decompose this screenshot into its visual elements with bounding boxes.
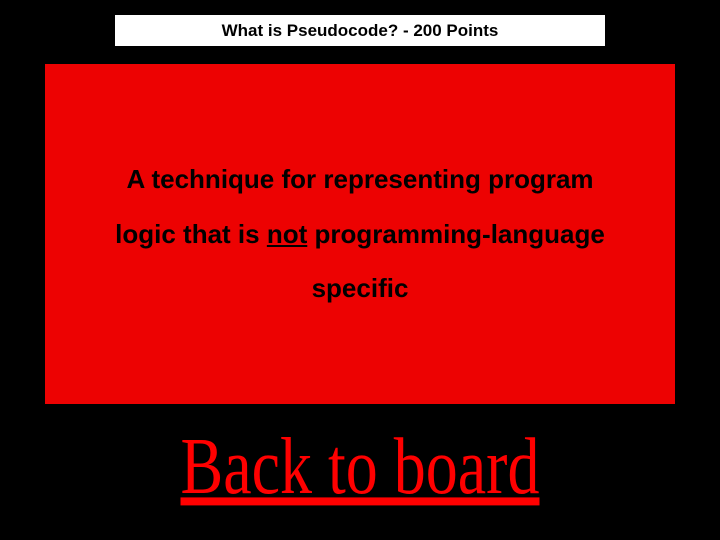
back-to-board-icon: Back to board [150, 435, 570, 515]
answer-panel: A technique for representing program log… [45, 64, 675, 404]
back-to-board-text: Back to board [181, 435, 540, 511]
answer-text: A technique for representing program log… [95, 152, 625, 316]
answer-part2: programming-language specific [307, 219, 605, 304]
answer-underlined: not [267, 219, 307, 249]
question-title: What is Pseudocode? - 200 Points [222, 21, 499, 41]
back-to-board-link[interactable]: Back to board [0, 435, 720, 520]
question-title-box: What is Pseudocode? - 200 Points [113, 13, 607, 48]
